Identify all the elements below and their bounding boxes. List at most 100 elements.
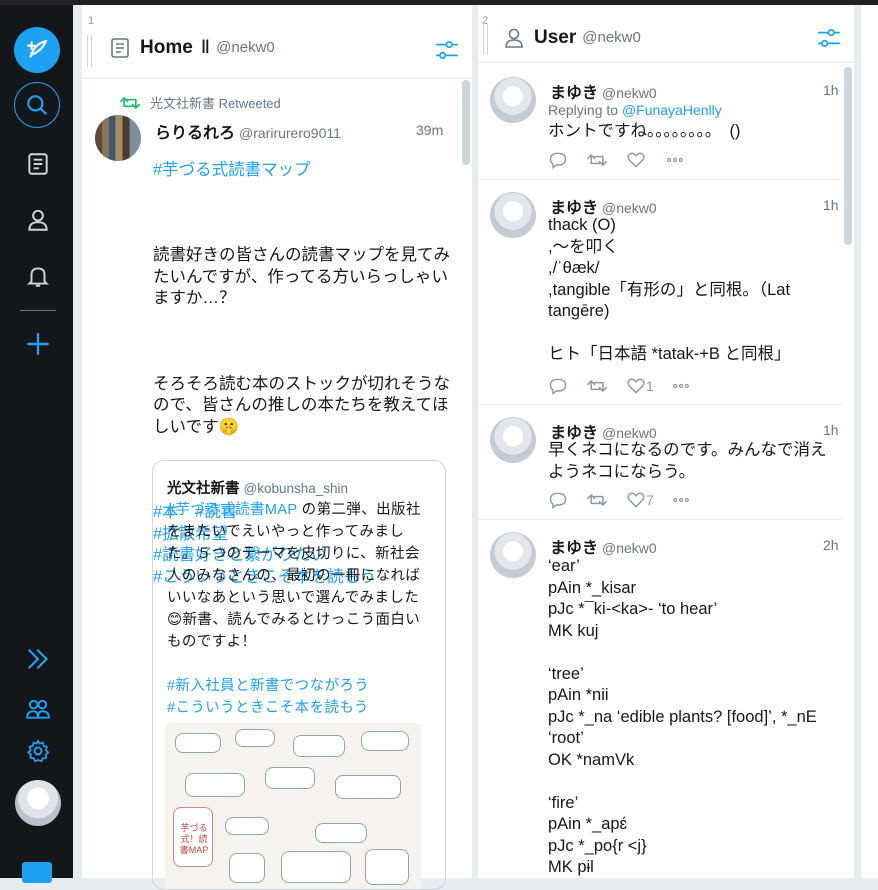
reply-button[interactable] <box>548 150 587 170</box>
home-column-icon <box>28 153 48 175</box>
tweet-paragraph: 読書好きの皆さんの読書マップを見てみたいんですが、作ってる方いらっしゃいますか…… <box>153 246 450 307</box>
tweet[interactable]: まゆき @nekw0 1h thack (O) ,～を叩く ,/ˈθæk/ ,ta… <box>478 180 842 405</box>
more-button[interactable] <box>671 376 710 396</box>
add-column-button[interactable] <box>14 320 62 368</box>
tweet-time[interactable]: 1h <box>823 82 839 98</box>
like-button[interactable] <box>626 150 665 170</box>
retweet-icon <box>120 96 140 109</box>
column-title-suffix: Ⅱ <box>200 37 211 58</box>
search-icon <box>27 95 47 115</box>
quoted-hashtag-link[interactable]: #芋づる式読書MAP <box>167 502 297 518</box>
like-count: 1 <box>646 378 654 394</box>
column-title: Home <box>140 36 193 58</box>
drag-handle[interactable] <box>483 23 488 55</box>
column-handle: @nekw0 <box>216 39 275 56</box>
more-icon <box>667 157 683 163</box>
retweet-button[interactable] <box>587 150 626 170</box>
reply-icon <box>549 152 567 169</box>
column-scrollbar[interactable] <box>462 80 470 165</box>
quoted-body: #芋づる式読書MAP の第二弾、出版社をまたいでえいやっと作ってみました。５つの… <box>167 502 421 716</box>
expand-icon <box>28 649 48 669</box>
settings-icon <box>27 739 50 763</box>
drag-handle[interactable] <box>87 35 92 67</box>
hashtag-link[interactable]: #芋づる式読書マップ <box>153 160 453 182</box>
user-column: 2 User @nekw0 まゆき @nekw0 1h Replying to @… <box>478 5 854 878</box>
tweet-avatar[interactable] <box>490 77 536 123</box>
accounts-button[interactable] <box>14 685 62 733</box>
retweet-button[interactable] <box>587 376 626 396</box>
tweet-body: ‘ear’ pAin *_kisar pJc *¯ki-<ka>- ‘to he… <box>548 557 817 876</box>
tweet-actions <box>548 150 704 170</box>
app-sidebar <box>0 5 76 883</box>
more-icon <box>673 383 689 389</box>
retweet-icon <box>587 494 607 506</box>
search-button[interactable] <box>14 82 60 128</box>
column-handle: @nekw0 <box>582 29 641 46</box>
column-options-icon[interactable] <box>434 37 460 63</box>
compose-tweet-button[interactable] <box>14 27 60 73</box>
tweet-handle: @nekw0 <box>602 85 657 101</box>
like-button[interactable]: 7 <box>626 490 671 510</box>
tweet-avatar[interactable] <box>490 532 536 578</box>
tweet-author[interactable]: まゆき @nekw0 <box>550 79 657 103</box>
retweet-button[interactable] <box>587 490 626 510</box>
twitter-logo <box>22 862 52 883</box>
quoted-handle: @kobunsha_shin <box>243 481 349 496</box>
tweet-handle: @nekw0 <box>602 200 657 216</box>
tweet-paragraph: そろそろ読む本のストックが切れそうなので、皆さんの推しの本たちを教えてほしいです… <box>153 374 450 436</box>
retweet-icon <box>587 154 607 166</box>
tweet-avatar[interactable] <box>490 417 536 463</box>
tweet-time[interactable]: 1h <box>823 422 839 438</box>
like-button[interactable]: 1 <box>626 376 671 396</box>
user-column-button[interactable] <box>14 196 62 244</box>
expand-sidebar-button[interactable] <box>14 635 62 683</box>
add-icon <box>27 333 49 355</box>
quoted-author[interactable]: 光文社新書 @kobunsha_shin <box>167 477 348 498</box>
more-button[interactable] <box>671 490 710 510</box>
tweet-time[interactable]: 1h <box>823 197 839 213</box>
tweet[interactable]: まゆき @nekw0 1h 早くネコになるのです。みんなで消えようネコにならう。 … <box>478 405 842 520</box>
reply-icon <box>549 492 567 509</box>
tweet-body: 早くネコになるのです。みんなで消えようネコにならう。 <box>548 441 827 481</box>
account-avatar[interactable] <box>15 780 61 826</box>
tweet-time[interactable]: 2h <box>823 537 839 553</box>
retweet-context: 光文社新書 Retweeted <box>120 93 281 112</box>
home-column-button[interactable] <box>14 140 62 188</box>
column-title: User <box>534 26 577 48</box>
home-column-icon <box>108 36 132 60</box>
sidebar-border <box>73 5 76 878</box>
tweet-avatar[interactable] <box>490 192 536 238</box>
tweet-author[interactable]: まゆき @nekw0 <box>550 534 657 558</box>
image-caption: 芋づる式！読書MAP <box>179 823 209 855</box>
reply-button[interactable] <box>548 376 587 396</box>
tweet-time[interactable]: 39m <box>416 122 443 138</box>
reply-to-link[interactable]: @FunayaHenlly <box>622 102 722 118</box>
tweet-body: thack (O) ,～を叩く ,/ˈθæk/ ,tangible「有形の」と同… <box>548 216 791 363</box>
retweet-label: 光文社新書 Retweeted <box>150 96 281 111</box>
tweet[interactable]: まゆき @nekw0 2h ‘ear’ pAin *_kisar pJc *¯ki… <box>478 520 842 878</box>
settings-button[interactable] <box>14 727 62 775</box>
tweet-actions: 7 <box>548 490 710 510</box>
quoted-tweet[interactable]: 光文社新書 @kobunsha_shin #芋づる式読書MAP の第二弾、出版社を… <box>152 460 446 890</box>
tweet-actions: 1 <box>548 376 710 396</box>
tweet[interactable]: まゆき @nekw0 1h Replying to @FunayaHenlly ホ… <box>478 65 842 180</box>
heart-icon <box>627 152 645 168</box>
column-options-icon[interactable] <box>816 25 842 51</box>
tweet-avatar[interactable] <box>95 115 141 161</box>
tweet-handle: @nekw0 <box>602 425 657 441</box>
next-column-edge <box>860 5 878 878</box>
reply-button[interactable] <box>548 490 587 510</box>
notifications-column-button[interactable] <box>14 252 62 300</box>
more-button[interactable] <box>665 150 704 170</box>
retweet-icon <box>587 380 607 392</box>
compose-icon <box>27 39 48 58</box>
column-scrollbar[interactable] <box>844 67 852 245</box>
user-icon <box>28 209 48 231</box>
quoted-hashtag-links[interactable]: #新入社員と新書でつながろう #こういうときこそ本を読もう <box>167 678 369 716</box>
reply-context: Replying to @FunayaHenlly <box>548 102 722 118</box>
tweet-handle: @nekw0 <box>602 540 657 556</box>
like-count: 7 <box>646 492 654 508</box>
heart-icon <box>627 378 645 394</box>
accounts-icon <box>26 699 50 719</box>
quoted-image[interactable]: 芋づる式！読書MAP <box>165 723 421 889</box>
